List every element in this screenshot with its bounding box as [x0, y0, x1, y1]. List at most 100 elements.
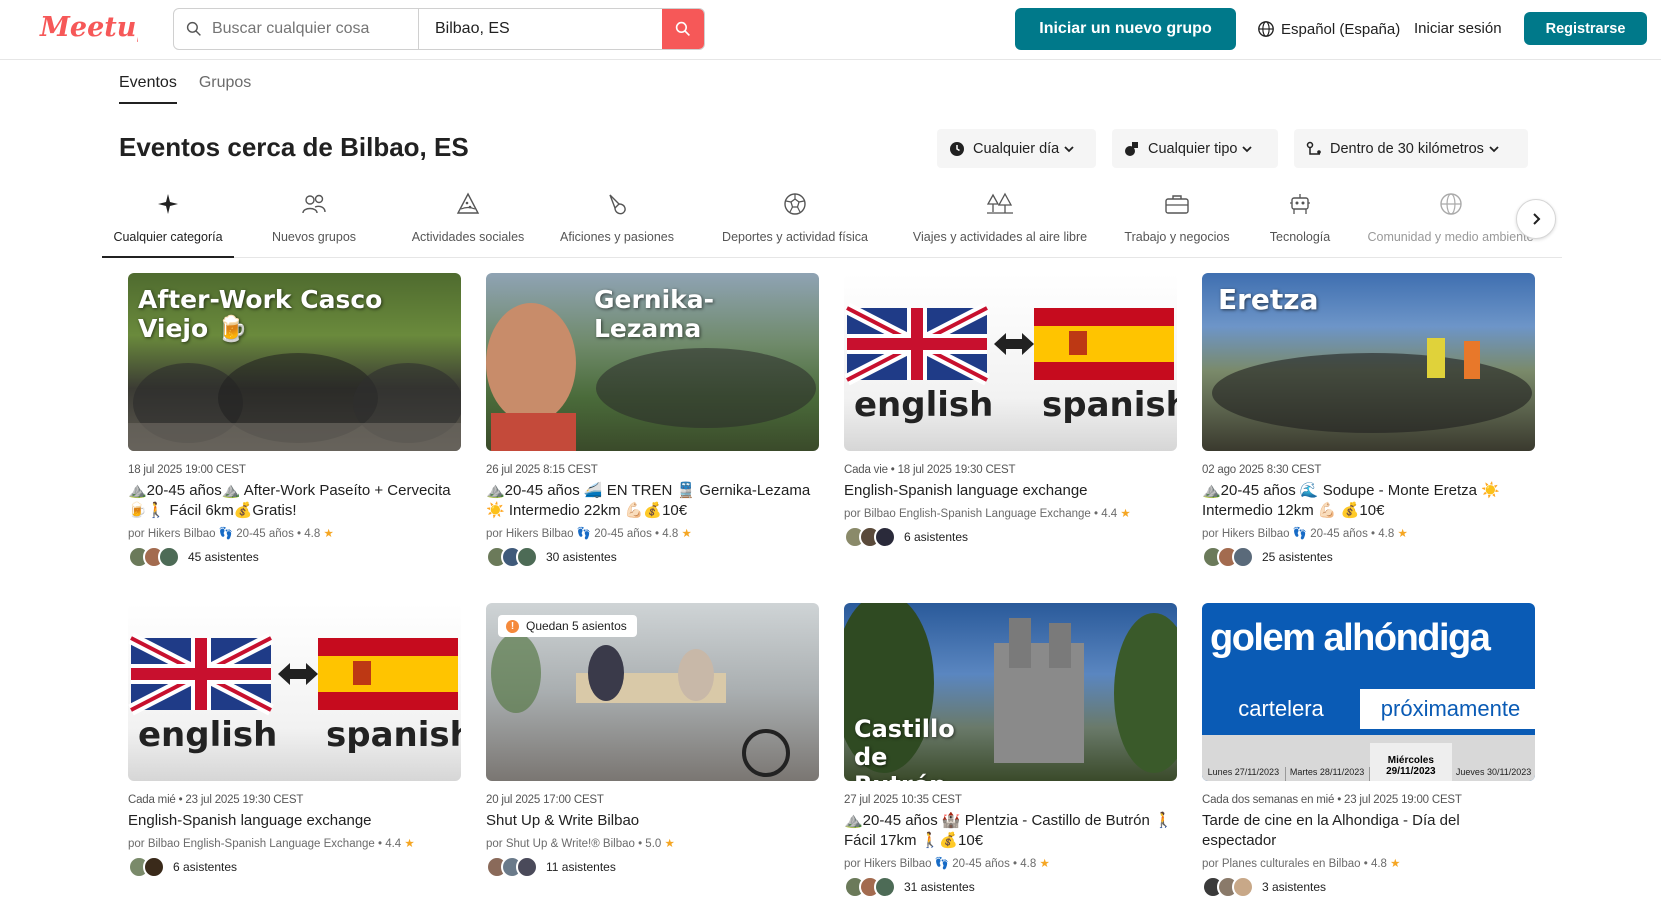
event-attendees: 6 asistentes — [844, 526, 1177, 548]
filter-distance-label: Dentro de 30 kilómetros — [1330, 140, 1484, 157]
star-icon: ★ — [1397, 528, 1408, 540]
category-travel-outdoors[interactable]: Viajes y actividades al aire libre — [910, 186, 1090, 258]
event-attendees: 31 asistentes — [844, 876, 1177, 898]
image-caption: Castillo de Butrón — [854, 715, 955, 781]
attendee-avatars — [844, 876, 896, 898]
event-title[interactable]: ⛰️20-45 años⛰️ After-Work Paseíto + Cerv… — [128, 481, 461, 521]
hobby-icon — [609, 194, 626, 215]
tab-groups[interactable]: Grupos — [199, 74, 251, 104]
event-organizer: por Hikers Bilbao 👣 20-45 años • 4.8 ★ — [128, 528, 334, 540]
star-icon: ★ — [1120, 508, 1131, 520]
seats-left-badge: ! Quedan 5 asientos — [498, 615, 637, 637]
search-icon — [675, 21, 690, 36]
event-title[interactable]: ⛰️20-45 años 🚄 EN TREN 🚆 Gernika-Lezama … — [486, 481, 819, 521]
star-icon: ★ — [664, 838, 675, 850]
search-bar — [173, 8, 705, 50]
image-caption: Gernika-Lezama — [594, 285, 715, 343]
event-image[interactable]: golem alhóndiga cartelera próximamente L… — [1202, 603, 1535, 781]
sparkle-icon — [158, 194, 178, 214]
event-title[interactable]: English-Spanish language exchange — [128, 811, 461, 831]
category-sports[interactable]: Deportes y actividad física — [710, 186, 880, 258]
event-title[interactable]: ⛰️20-45 años 🌊 Sodupe - Monte Eretza ☀️ … — [1202, 481, 1535, 521]
attendee-avatars — [128, 856, 165, 878]
search-icon — [186, 21, 201, 36]
filter-type[interactable]: Cualquier tipo — [1112, 129, 1278, 168]
avatar — [516, 856, 538, 878]
filter-day[interactable]: Cualquier día — [937, 129, 1096, 168]
category-technology[interactable]: Tecnología — [1265, 186, 1335, 258]
category-label: Tecnología — [1269, 230, 1331, 244]
search-input[interactable] — [211, 20, 418, 38]
category-hobbies[interactable]: Aficiones y pasiones — [555, 186, 679, 258]
search-button[interactable] — [662, 9, 704, 49]
star-icon: ★ — [323, 528, 334, 540]
attendee-avatars — [844, 526, 896, 548]
event-title[interactable]: ⛰️20-45 años 🏰 Plentzia - Castillo de Bu… — [844, 811, 1177, 851]
categories-next-button[interactable] — [1516, 199, 1556, 239]
distance-icon — [1306, 141, 1321, 155]
category-social[interactable]: Actividades sociales — [396, 186, 540, 258]
cinema-proximamente: próximamente — [1380, 696, 1521, 721]
star-icon: ★ — [1390, 858, 1401, 870]
category-label: Deportes y actividad física — [722, 230, 868, 244]
chevron-down-icon — [1242, 145, 1253, 152]
people-icon — [302, 194, 326, 214]
image-caption-spanish: spanish — [326, 715, 461, 755]
event-date: 18 jul 2025 19:00 CEST — [128, 464, 246, 476]
shapes-icon — [1125, 141, 1138, 156]
category-community[interactable]: Comunidad y medio ambiente — [1368, 186, 1533, 258]
event-attendees: 45 asistentes — [128, 546, 461, 568]
event-date: Cada dos semanas en mié • 23 jul 2025 19… — [1202, 794, 1462, 806]
event-title[interactable]: English-Spanish language exchange — [844, 481, 1177, 501]
avatar — [1232, 546, 1254, 568]
briefcase-icon — [1165, 195, 1189, 214]
image-caption-spanish: spanish — [1042, 385, 1177, 425]
globe-icon — [1258, 21, 1274, 37]
event-card[interactable]: After-Work Casco Viejo 🍺 18 jul 2025 19:… — [128, 273, 461, 568]
event-date: 02 ago 2025 8:30 CEST — [1202, 464, 1322, 476]
event-date: 26 jul 2025 8:15 CEST — [486, 464, 598, 476]
category-any[interactable]: Cualquier categoría — [102, 186, 234, 258]
event-card[interactable]: english spanish Cada mié • 23 jul 2025 1… — [128, 603, 461, 878]
category-label: Aficiones y pasiones — [560, 230, 674, 244]
avatar — [143, 856, 165, 878]
category-label: Trabajo y negocios — [1124, 230, 1230, 244]
event-image[interactable]: Gernika-Lezama — [486, 273, 819, 451]
avatar — [874, 876, 896, 898]
event-card[interactable]: Gernika-Lezama 26 jul 2025 8:15 CEST ⛰️2… — [486, 273, 819, 568]
event-title[interactable]: Tarde de cine en la Alhondiga - Día del … — [1202, 811, 1535, 851]
login-link[interactable]: Iniciar sesión — [1414, 18, 1502, 40]
start-new-group-button[interactable]: Iniciar un nuevo grupo — [1015, 8, 1236, 50]
filter-distance[interactable]: Dentro de 30 kilómetros — [1294, 129, 1528, 168]
event-image[interactable]: Eretza — [1202, 273, 1535, 451]
register-button[interactable]: Registrarse — [1524, 12, 1647, 45]
event-image[interactable]: english spanish — [128, 603, 461, 781]
cinema-day: Martes 28/11/2023 — [1286, 767, 1370, 781]
event-organizer: por Planes culturales en Bilbao • 4.8 ★ — [1202, 858, 1401, 870]
event-image[interactable]: Castillo de Butrón — [844, 603, 1177, 781]
event-card[interactable]: golem alhóndiga cartelera próximamente L… — [1202, 603, 1535, 898]
event-organizer: por Hikers Bilbao 👣 20-45 años • 4.8 ★ — [1202, 528, 1408, 540]
language-selector[interactable]: Español (España) — [1257, 18, 1400, 40]
location-input[interactable] — [435, 20, 662, 38]
event-title[interactable]: Shut Up & Write Bilbao — [486, 811, 819, 831]
event-organizer: por Hikers Bilbao 👣 20-45 años • 4.8 ★ — [844, 858, 1050, 870]
event-card[interactable]: ! Quedan 5 asientos 20 jul 2025 17:00 CE… — [486, 603, 819, 878]
category-new-groups[interactable]: Nuevos grupos — [267, 186, 361, 258]
tab-events[interactable]: Eventos — [119, 74, 177, 104]
event-image[interactable]: ! Quedan 5 asientos — [486, 603, 819, 781]
event-card[interactable]: Castillo de Butrón 27 jul 2025 10:35 CES… — [844, 603, 1177, 898]
event-image[interactable]: english spanish — [844, 273, 1177, 451]
meetup-logo[interactable]: Meetup — [38, 8, 138, 48]
category-label: Comunidad y medio ambiente — [1368, 230, 1533, 244]
event-card[interactable]: Eretza 02 ago 2025 8:30 CEST ⛰️20-45 año… — [1202, 273, 1535, 568]
attendee-avatars — [486, 856, 538, 878]
event-image[interactable]: After-Work Casco Viejo 🍺 — [128, 273, 461, 451]
cinema-title: golem alhóndiga — [1210, 617, 1491, 659]
avatar — [1232, 876, 1254, 898]
top-header: Meetup Iniciar un nuevo grupo Español (E… — [0, 0, 1661, 60]
event-card[interactable]: english spanish Cada vie • 18 jul 2025 1… — [844, 273, 1177, 548]
event-attendees: 11 asistentes — [486, 856, 819, 878]
category-business[interactable]: Trabajo y negocios — [1120, 186, 1234, 258]
filter-day-label: Cualquier día — [973, 140, 1060, 157]
